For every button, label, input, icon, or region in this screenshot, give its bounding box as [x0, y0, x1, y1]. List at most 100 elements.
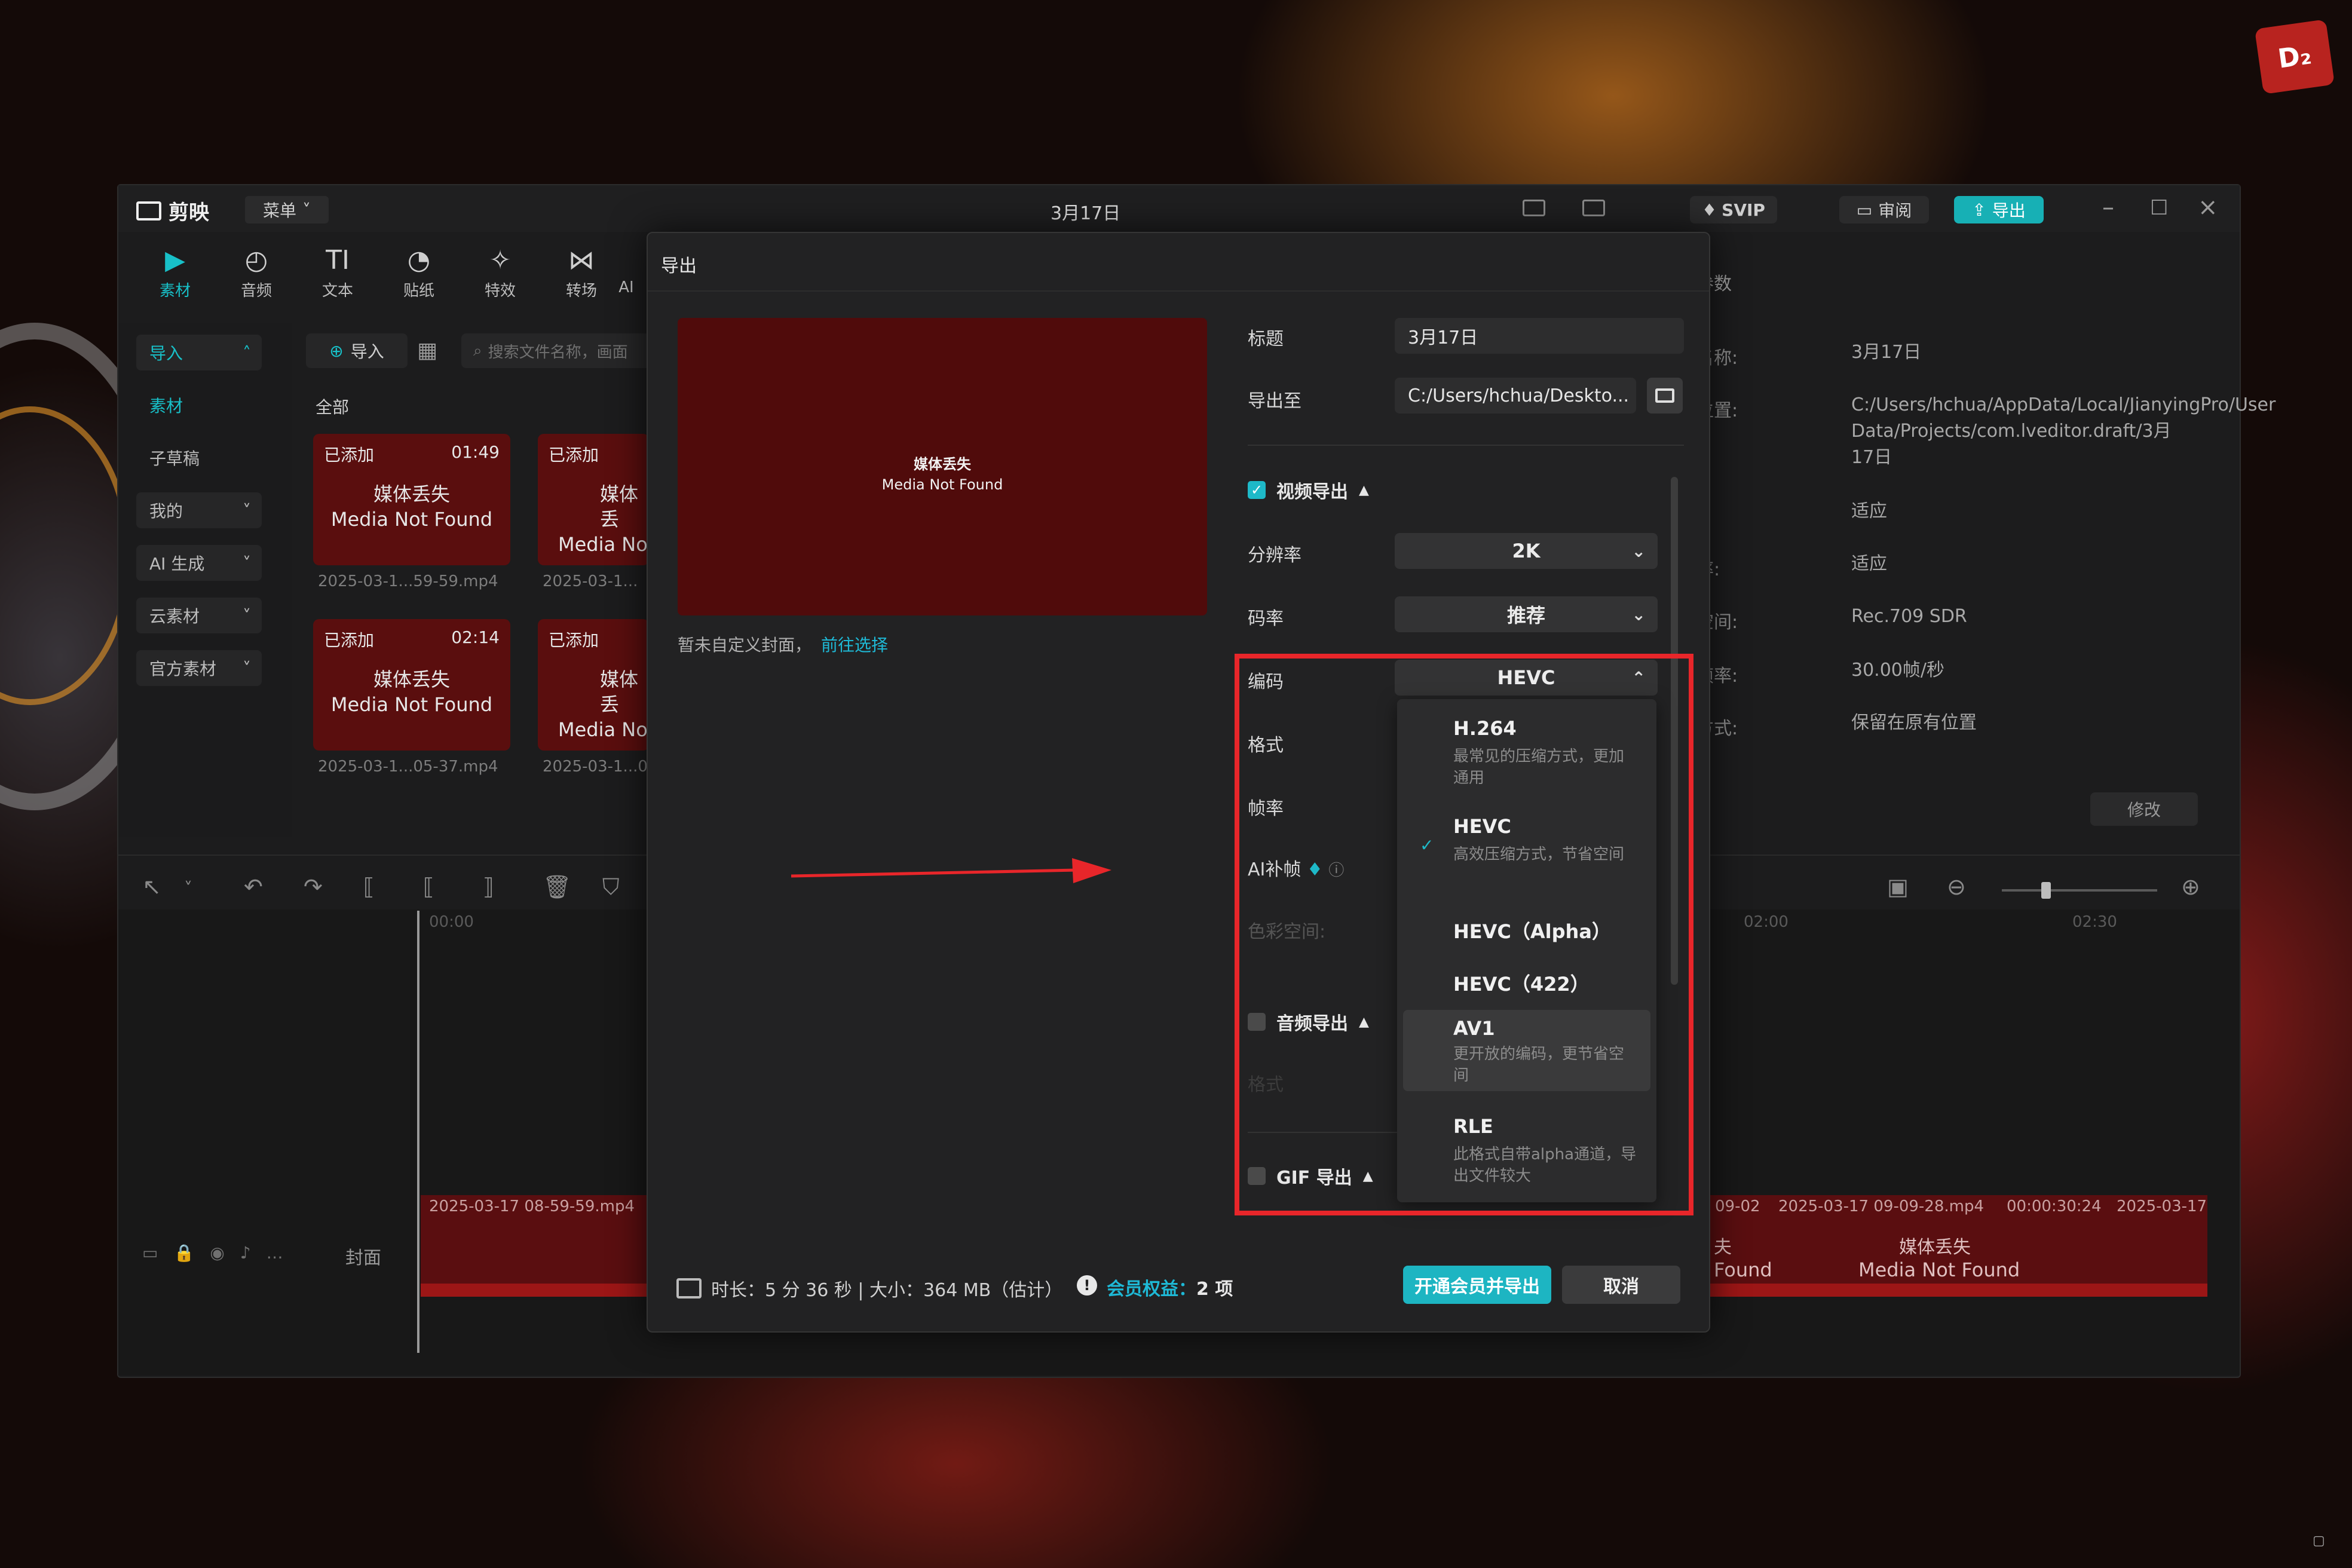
media-icon: ▶	[165, 245, 185, 275]
preview-message: 媒体丢失 Media Not Found	[678, 454, 1207, 495]
playhead[interactable]	[417, 911, 419, 1353]
cancel-button[interactable]: 取消	[1562, 1266, 1680, 1304]
missing-text: 媒体丢	[600, 668, 639, 716]
zoom-out-icon[interactable]: ⊖	[1947, 874, 1966, 900]
cover-note-text: 暂未自定义封面，	[678, 635, 812, 655]
menu-button[interactable]: 菜单 ˅	[245, 196, 329, 223]
cover-label[interactable]: 封面	[345, 1243, 381, 1269]
tab-transition[interactable]: ⋈ 转场	[549, 243, 614, 301]
tab-text[interactable]: TI 文本	[305, 243, 370, 301]
title-input[interactable]: 3月17日	[1395, 318, 1684, 354]
sidebar-item-subdraft[interactable]: 子草稿	[136, 440, 262, 476]
app-logo: 剪映	[136, 196, 209, 225]
media-item[interactable]: 已添加 媒体丢 Media No	[538, 619, 649, 751]
vip-export-button[interactable]: 开通会员并导出	[1403, 1266, 1551, 1304]
tab-audio[interactable]: ◴ 音频	[223, 243, 289, 301]
tab-ai[interactable]: AI	[608, 243, 644, 296]
transition-icon: ⋈	[568, 245, 595, 275]
tab-media[interactable]: ▶ 素材	[142, 243, 208, 301]
bitrate-select[interactable]: 推荐 ⌄	[1395, 596, 1658, 632]
export-preview: 媒体丢失 Media Not Found	[678, 318, 1207, 615]
resolution-select[interactable]: 2K ⌄	[1395, 533, 1658, 569]
search-placeholder: 搜索文件名称，画面	[488, 343, 628, 362]
ai-icon	[608, 243, 644, 278]
tab-sticker[interactable]: ◔ 贴纸	[386, 243, 452, 301]
delete-icon[interactable]: 🗑	[543, 874, 571, 901]
close-icon[interactable]: ×	[2198, 194, 2218, 221]
missing-text-en: Media No	[558, 533, 648, 556]
zoom-slider-handle[interactable]	[2041, 882, 2051, 899]
clip-name: 2025-03-17	[2117, 1198, 2207, 1215]
sidebar-item-cloud[interactable]: 云素材 ˅	[136, 598, 262, 633]
zoom-in-icon[interactable]: ⊕	[2181, 874, 2200, 900]
panel-layout-icon[interactable]	[1582, 200, 1605, 216]
chevron-down-icon: ˅	[243, 553, 251, 573]
clip-duration: 00:00:30:24	[2007, 1198, 2102, 1215]
media-item[interactable]: 已添加 媒体丢 Media No	[538, 434, 649, 565]
svip-label: SVIP	[1722, 200, 1765, 220]
media-item[interactable]: 已添加 02:14 媒体丢失 Media Not Found	[313, 619, 510, 751]
param-value: 3月17日	[1851, 342, 1922, 363]
info-icon[interactable]: !	[1077, 1275, 1097, 1296]
layout-icon[interactable]	[1523, 200, 1545, 216]
select-tool-icon[interactable]: ↖	[142, 874, 161, 900]
bitrate-value: 推荐	[1506, 604, 1545, 627]
export-info-text: 时长：5 分 36 秒 | 大小：364 MB（估计）	[711, 1280, 1063, 1301]
sidebar-item-label: 导入	[149, 344, 183, 363]
media-filename: 2025-03-1...05-37.mp4	[318, 758, 498, 776]
snapshot-icon[interactable]: ▣	[1887, 874, 1909, 900]
resolution-value: 2K	[1512, 540, 1541, 562]
duration-label: 01:49	[451, 442, 500, 462]
chevron-down-icon: ˅	[243, 500, 251, 520]
modify-button[interactable]: 修改	[2090, 792, 2198, 826]
watermark: ▢	[2313, 1533, 2325, 1548]
shield-icon[interactable]: ⛉	[602, 874, 620, 901]
chevron-down-icon: ˅	[243, 605, 251, 626]
import-button[interactable]: ⊕ 导入	[306, 333, 408, 368]
minimize-icon[interactable]: –	[2102, 194, 2114, 221]
sidebar-item-import[interactable]: 导入 ˄	[136, 335, 262, 370]
checkbox-checked-icon[interactable]: ✓	[1248, 481, 1266, 499]
chevron-down-icon: ˅	[302, 200, 311, 220]
cover-note: 暂未自定义封面， 前往选择	[678, 632, 888, 656]
sidebar-item-official[interactable]: 官方素材 ˅	[136, 650, 262, 686]
media-filename: 2025-03-1...59-59.mp4	[318, 572, 498, 590]
media-item[interactable]: 已添加 01:49 媒体丢失 Media Not Found	[313, 434, 510, 565]
split-icon[interactable]: ⟦	[363, 874, 375, 900]
tab-effects[interactable]: ✧ 特效	[467, 243, 533, 301]
tool-tabs: ▶ 素材 ◴ 音频 TI 文本 ◔ 贴纸 ✧ 特效 ⋈ 转场 AI	[118, 243, 656, 314]
tab-label: AI	[618, 278, 634, 296]
time-marker: 02:30	[2072, 913, 2117, 931]
tab-label: 转场	[565, 282, 597, 300]
undo-icon[interactable]: ↶	[244, 874, 263, 900]
filter-all-label[interactable]: 全部	[316, 394, 349, 418]
time-marker: 02:00	[1744, 913, 1788, 931]
sidebar-item-ai-generate[interactable]: AI 生成 ˅	[136, 545, 262, 581]
video-export-toggle[interactable]: ✓ 视频导出 ▲	[1248, 477, 1369, 503]
export-path-input[interactable]: C:/Users/hchua/Deskto...	[1395, 378, 1636, 414]
sidebar-item-media[interactable]: 素材	[136, 387, 262, 423]
sidebar-item-mine[interactable]: 我的 ˅	[136, 492, 262, 528]
chevron-down-icon[interactable]: ˅	[184, 878, 192, 898]
chevron-down-icon: ˅	[243, 658, 251, 678]
benefit-label: 会员权益：	[1107, 1279, 1196, 1300]
folder-button[interactable]	[1647, 378, 1683, 414]
folder-icon	[1655, 388, 1674, 403]
trim-left-icon[interactable]: ⟦	[423, 874, 434, 900]
choose-cover-link[interactable]: 前往选择	[821, 635, 888, 655]
grid-view-icon[interactable]: ▦	[417, 338, 437, 363]
review-button[interactable]: ▭ 审阅	[1839, 196, 1929, 223]
zoom-slider[interactable]	[2002, 889, 2157, 892]
tab-label: 文本	[321, 282, 353, 300]
export-button[interactable]: ⇪ 导出	[1954, 196, 2044, 223]
clip-text: Media Not Found	[1858, 1258, 2020, 1281]
audio-icon: ◴	[244, 245, 268, 275]
missing-text-en: Media Not Found	[330, 508, 493, 531]
member-benefits[interactable]: 会员权益：2 项	[1107, 1274, 1233, 1300]
redo-icon[interactable]: ↷	[304, 874, 323, 900]
trim-right-icon[interactable]: ⟧	[483, 874, 494, 900]
track-controls[interactable]: ▭🔒◉♪…	[142, 1243, 299, 1263]
divider	[1248, 445, 1684, 446]
maximize-icon[interactable]: ☐	[2150, 196, 2168, 220]
svip-button[interactable]: ♦ SVIP	[1690, 196, 1777, 223]
